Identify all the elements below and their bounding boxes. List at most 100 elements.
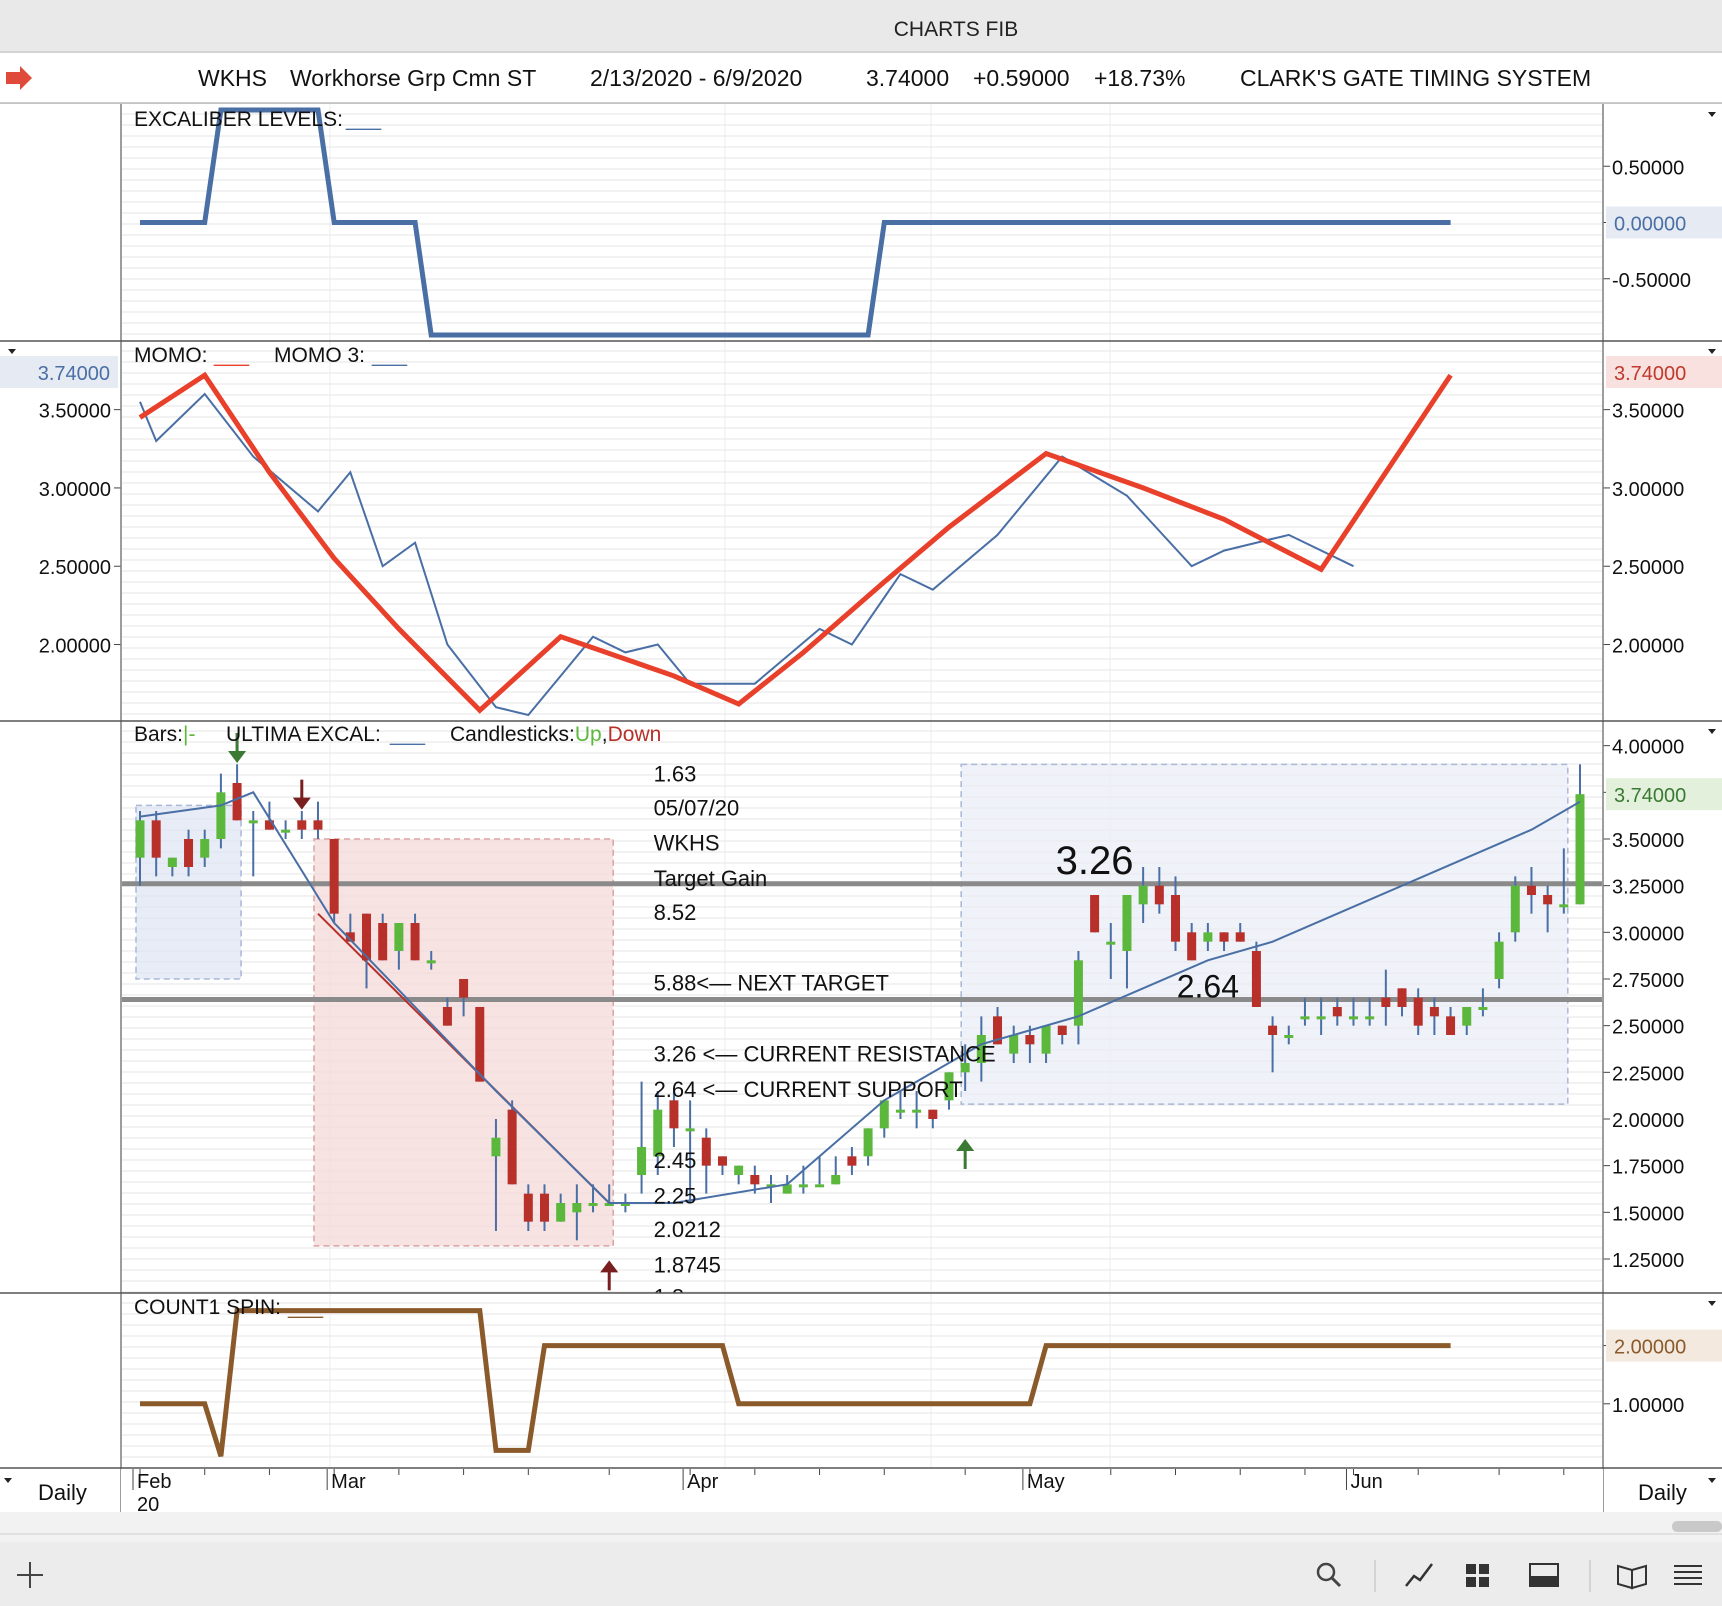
candle-body	[1251, 951, 1261, 1007]
y-tick-label: 2.50000	[39, 557, 111, 579]
annotation-line: 1.8745	[654, 1253, 721, 1278]
horizontal-scrollbar[interactable]	[1672, 1521, 1722, 1532]
price-change: +0.59000	[973, 65, 1070, 91]
price-last-badge: 3.74000	[1614, 785, 1686, 807]
candle-body	[216, 792, 226, 839]
candle-body	[1171, 895, 1181, 942]
candle-body	[297, 820, 307, 830]
candle-body	[588, 1203, 598, 1206]
range-box-2	[960, 763, 1569, 1105]
candle	[507, 1100, 517, 1185]
window-title: CHARTS FIB	[894, 18, 1018, 41]
y-tick-label: 1.75000	[1612, 1157, 1684, 1179]
y-tick-label: 2.75000	[1612, 970, 1684, 992]
candle-body	[556, 1203, 566, 1222]
candle-body	[572, 1203, 582, 1213]
candle	[1090, 895, 1100, 933]
level-label-0: 3.26	[1056, 839, 1134, 883]
candle-body	[1106, 941, 1116, 945]
candle-body	[1057, 1025, 1067, 1035]
candle-body	[1446, 1016, 1456, 1035]
momo3-legend-title: MOMO 3:	[274, 344, 365, 367]
candle-body	[1025, 1035, 1035, 1045]
candle	[329, 839, 339, 923]
y-tick-label: 3.00000	[1612, 923, 1684, 945]
candle	[1251, 941, 1261, 1007]
candle-body	[426, 960, 436, 964]
candle-body	[1284, 1035, 1294, 1038]
candle-body	[232, 783, 242, 821]
level-label-1: 2.64	[1177, 969, 1239, 1005]
momo3-legend-swatch: ___	[371, 344, 407, 367]
y-tick-label: 2.00000	[1612, 636, 1684, 658]
candle-body	[1138, 885, 1148, 905]
candle-body	[1348, 1016, 1358, 1020]
candle-body	[200, 839, 210, 858]
candle-body	[151, 820, 161, 858]
annotation-line: 2.64 <— CURRENT SUPPORT	[654, 1077, 963, 1102]
candle-body	[685, 1128, 695, 1132]
timeframe-right[interactable]: Daily	[1638, 1480, 1687, 1505]
count1-legend-swatch: ___	[287, 1296, 323, 1319]
y-tick-label: 3.25000	[1612, 877, 1684, 899]
y-tick-label: 3.50000	[1612, 830, 1684, 852]
candle-body	[1575, 794, 1585, 905]
candle-body	[394, 923, 404, 951]
candle-body	[1543, 895, 1553, 905]
candle-body	[1494, 941, 1504, 979]
momo-last-badge-left: 3.74000	[38, 363, 110, 385]
x-tick-label: May	[1027, 1471, 1065, 1493]
annotation-line: 2.25	[654, 1184, 697, 1209]
last-price: 3.74000	[866, 65, 949, 91]
annotation-line: WKHS	[654, 831, 720, 856]
ticker-symbol: WKHS	[198, 65, 267, 91]
candle-body	[1510, 885, 1520, 933]
y-tick-label: 1.00000	[1612, 1395, 1684, 1417]
candle-body	[798, 1184, 808, 1188]
ticker-name: Workhorse Grp Cmn ST	[290, 65, 536, 91]
candle-body	[1300, 1016, 1310, 1020]
candle-body	[523, 1193, 533, 1222]
candle-body	[167, 857, 177, 867]
y-tick-label: 0.50000	[1612, 157, 1684, 179]
candle-body	[248, 820, 258, 824]
candle-body	[831, 1175, 841, 1185]
y-tick-label: 3.50000	[1612, 401, 1684, 423]
candle-body	[815, 1184, 825, 1188]
candle-body	[313, 820, 323, 830]
candle-body	[378, 923, 388, 961]
candle-body	[717, 1156, 727, 1166]
ultima-legend-swatch: ___	[389, 723, 425, 746]
candle-body	[135, 820, 145, 858]
annotation-line: 05/07/20	[654, 795, 740, 820]
timeframe-left[interactable]: Daily	[38, 1480, 87, 1505]
title-bar	[0, 0, 1722, 52]
momo-last-badge-right: 3.74000	[1614, 363, 1686, 385]
candle-body	[701, 1137, 711, 1166]
y-tick-label: 2.25000	[1612, 1063, 1684, 1085]
candle-body	[184, 839, 194, 867]
candle-body	[1332, 1007, 1342, 1017]
candle-body	[928, 1109, 938, 1119]
candle-body	[1365, 1016, 1375, 1020]
date-range: 2/13/2020 - 6/9/2020	[590, 65, 802, 91]
candle-body	[1316, 1016, 1326, 1020]
candle-body	[1219, 932, 1229, 942]
candle-body	[637, 1147, 647, 1175]
candle-body	[281, 829, 291, 833]
candle-body	[1187, 932, 1197, 961]
candle-body	[669, 1100, 679, 1129]
bars-legend: Bars:|-	[134, 723, 195, 746]
y-tick-label: 1.50000	[1612, 1203, 1684, 1225]
ultima-legend-title: ULTIMA EXCAL:	[226, 723, 381, 746]
candle-body	[1413, 997, 1423, 1026]
candle-body	[329, 839, 339, 914]
x-tick-label: Apr	[687, 1471, 718, 1493]
chart-window: CHARTS FIB WKHS Workhorse Grp Cmn ST 2/1…	[0, 0, 1722, 1606]
candle-body	[1268, 1025, 1278, 1035]
y-tick-label: 3.00000	[39, 479, 111, 501]
left-axis-area	[0, 104, 121, 1512]
candle-body	[1154, 885, 1164, 905]
annotation-line: Target Gain	[654, 866, 768, 891]
annotation-line: 8.52	[654, 900, 697, 925]
